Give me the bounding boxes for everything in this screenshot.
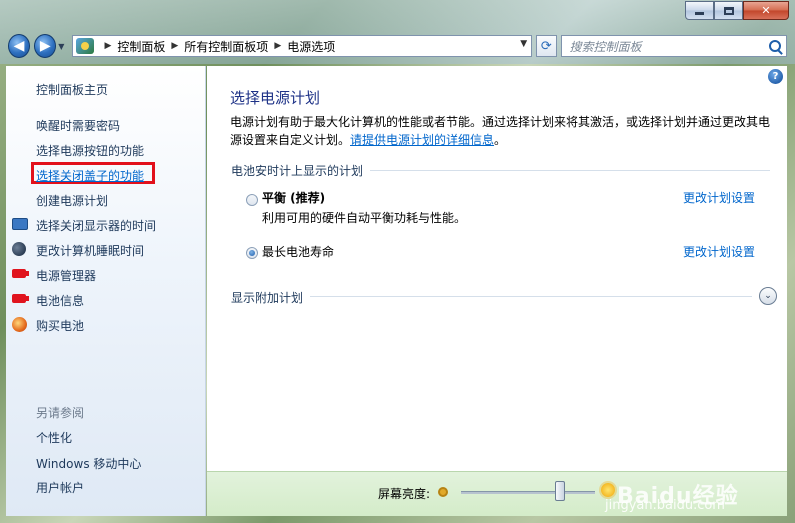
change-plan-settings-max-battery[interactable]: 更改计划设置 bbox=[683, 243, 755, 260]
breadcrumb-all-items[interactable]: 所有控制面板项 bbox=[184, 38, 268, 55]
recent-pages-dropdown-icon[interactable]: ▼ bbox=[58, 42, 64, 51]
breadcrumb-separator-icon[interactable]: ▶ bbox=[104, 41, 111, 51]
control-panel-icon bbox=[76, 38, 95, 54]
moon-icon bbox=[12, 242, 26, 256]
help-icon[interactable]: ? bbox=[768, 69, 783, 84]
expand-button[interactable]: ⌄ bbox=[759, 287, 777, 305]
radio-balanced[interactable] bbox=[246, 194, 258, 206]
sidebar-item-power-manager[interactable]: 电源管理器 bbox=[36, 267, 96, 284]
section-divider bbox=[370, 170, 770, 171]
brightness-slider[interactable] bbox=[461, 491, 595, 494]
brightness-bar: 屏幕亮度: Baidu经验 jingyan.baidu.com bbox=[207, 471, 787, 516]
description-end: 。 bbox=[494, 133, 507, 147]
radio-max-battery[interactable] bbox=[246, 247, 258, 259]
breadcrumb-separator-icon[interactable]: ▶ bbox=[274, 41, 281, 51]
minimize-button[interactable] bbox=[685, 1, 714, 20]
main-content: ? 选择电源计划 电源计划有助于最大化计算机的性能或者节能。通过选择计划来将其激… bbox=[207, 66, 787, 471]
refresh-button[interactable]: ⟳ bbox=[536, 35, 557, 57]
battery-icon bbox=[12, 269, 29, 278]
see-also-heading: 另请参阅 bbox=[36, 406, 85, 420]
minimize-icon bbox=[695, 12, 704, 15]
breadcrumb-control-panel[interactable]: 控制面板 bbox=[117, 38, 165, 55]
plan-name-max-battery[interactable]: 最长电池寿命 bbox=[262, 243, 334, 260]
page-title: 选择电源计划 bbox=[230, 89, 321, 107]
plan-details-link[interactable]: 请提供电源计划的详细信息 bbox=[350, 133, 494, 147]
battery-icon bbox=[12, 294, 29, 303]
see-also-personalization[interactable]: 个性化 bbox=[36, 429, 72, 446]
sidebar-item-sleep-time[interactable]: 更改计算机睡眠时间 bbox=[36, 242, 144, 259]
change-plan-settings-balanced[interactable]: 更改计划设置 bbox=[683, 189, 755, 206]
back-button[interactable]: ◀ bbox=[8, 34, 31, 58]
sidebar-item-wake-password[interactable]: 唤醒时需要密码 bbox=[36, 117, 120, 134]
search-input[interactable]: 搜索控制面板 bbox=[560, 35, 787, 57]
sidebar: 控制面板主页 唤醒时需要密码 选择电源按钮的功能 选择关闭盖子的功能 创建电源计… bbox=[6, 66, 206, 516]
search-placeholder: 搜索控制面板 bbox=[569, 39, 642, 54]
page-description: 电源计划有助于最大化计算机的性能或者节能。通过选择计划来将其激活，或选择计划并通… bbox=[230, 113, 775, 149]
sidebar-item-battery-info[interactable]: 电池信息 bbox=[36, 292, 84, 309]
brightness-label: 屏幕亮度: bbox=[378, 487, 431, 501]
chevron-down-icon: ⌄ bbox=[764, 291, 772, 301]
watermark-url: jingyan.baidu.com bbox=[605, 498, 725, 513]
bright-sun-icon bbox=[601, 483, 615, 497]
close-icon: ✕ bbox=[761, 4, 771, 17]
brightness-slider-thumb[interactable] bbox=[555, 481, 566, 501]
plan-subtitle-balanced: 利用可用的硬件自动平衡功耗与性能。 bbox=[262, 211, 467, 225]
caption-buttons: ✕ bbox=[685, 1, 789, 20]
address-bar[interactable]: ▶ 控制面板 ▶ 所有控制面板项 ▶ 电源选项 ▼ bbox=[72, 35, 533, 57]
refresh-icon: ⟳ bbox=[540, 38, 552, 54]
sidebar-item-control-panel-home[interactable]: 控制面板主页 bbox=[36, 81, 108, 98]
section-divider bbox=[310, 296, 752, 297]
see-also-mobility-center[interactable]: Windows 移动中心 bbox=[36, 455, 141, 472]
maximize-icon bbox=[723, 6, 734, 15]
breadcrumb-power-options[interactable]: 电源选项 bbox=[287, 38, 335, 55]
sidebar-item-buy-battery[interactable]: 购买电池 bbox=[36, 317, 84, 334]
show-additional-plans[interactable]: 显示附加计划 bbox=[231, 289, 303, 306]
plan-name-balanced[interactable]: 平衡 (推荐) bbox=[262, 189, 325, 206]
forward-button[interactable]: ▶ bbox=[34, 34, 57, 58]
monitor-icon bbox=[12, 218, 28, 230]
close-button[interactable]: ✕ bbox=[743, 1, 789, 20]
breadcrumb-separator-icon[interactable]: ▶ bbox=[171, 41, 178, 51]
dim-sun-icon bbox=[438, 487, 448, 497]
forward-arrow-icon: ▶ bbox=[39, 38, 51, 54]
see-also-user-accounts[interactable]: 用户帐户 bbox=[36, 479, 84, 496]
maximize-button[interactable] bbox=[714, 1, 743, 20]
navigation-bar: ◀ ▶ ▼ ▶ 控制面板 ▶ 所有控制面板项 ▶ 电源选项 ▼ ⟳ 搜索控制面板 bbox=[8, 33, 787, 59]
back-arrow-icon: ◀ bbox=[13, 38, 25, 54]
sidebar-item-create-plan[interactable]: 创建电源计划 bbox=[36, 192, 108, 209]
globe-icon bbox=[12, 317, 27, 332]
search-icon[interactable] bbox=[769, 40, 781, 52]
sidebar-item-close-lid[interactable]: 选择关闭盖子的功能 bbox=[36, 167, 144, 184]
sidebar-item-power-button[interactable]: 选择电源按钮的功能 bbox=[36, 142, 144, 159]
address-history-dropdown-icon[interactable]: ▼ bbox=[520, 39, 527, 49]
sidebar-item-display-off[interactable]: 选择关闭显示器的时间 bbox=[36, 217, 156, 234]
section-battery-meter-plans: 电池安时计上显示的计划 bbox=[231, 164, 364, 178]
